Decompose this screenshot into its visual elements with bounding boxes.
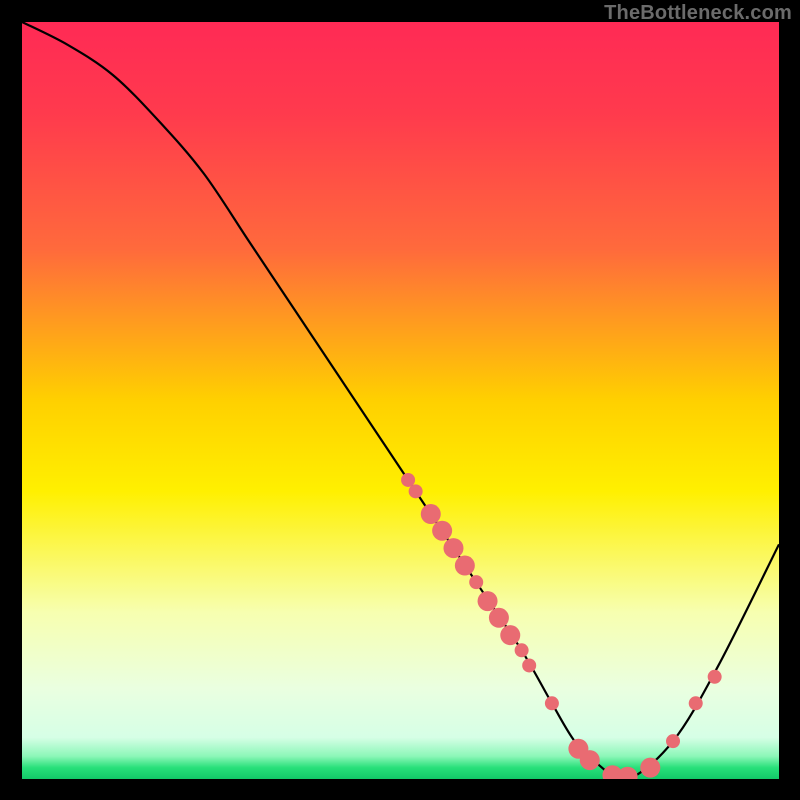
curve-marker xyxy=(455,556,475,576)
curve-marker xyxy=(689,696,703,710)
curve-marker xyxy=(640,758,660,778)
curve-marker xyxy=(522,658,536,672)
curve-marker xyxy=(421,504,441,524)
plot-background xyxy=(22,22,779,779)
curve-marker xyxy=(545,696,559,710)
curve-marker xyxy=(432,521,452,541)
curve-marker xyxy=(708,670,722,684)
curve-marker xyxy=(469,575,483,589)
curve-marker xyxy=(500,625,520,645)
chart-svg xyxy=(0,0,800,800)
curve-marker xyxy=(489,608,509,628)
curve-marker xyxy=(515,643,529,657)
curve-marker xyxy=(443,538,463,558)
curve-marker xyxy=(580,750,600,770)
chart-container: TheBottleneck.com xyxy=(0,0,800,800)
curve-marker xyxy=(409,484,423,498)
curve-marker xyxy=(478,591,498,611)
watermark-text: TheBottleneck.com xyxy=(604,2,792,25)
curve-marker xyxy=(666,734,680,748)
curve-marker xyxy=(618,767,638,787)
